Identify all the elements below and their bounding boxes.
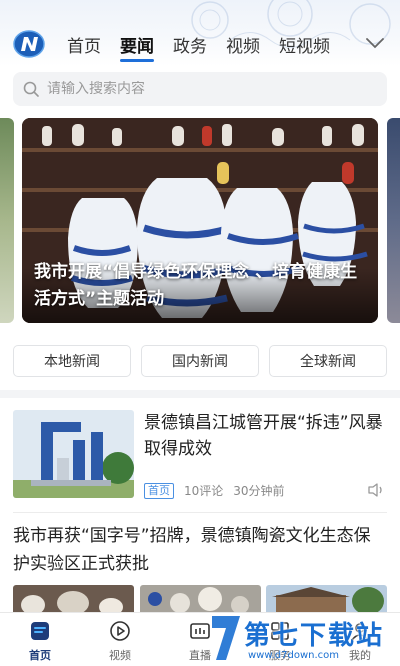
news-category-buttons: 本地新闻 国内新闻 全球新闻: [13, 345, 387, 377]
publish-time: 30分钟前: [233, 484, 285, 498]
carousel-next-slide[interactable]: [387, 118, 400, 323]
chevron-down-icon[interactable]: [364, 36, 386, 50]
news-item[interactable]: 景德镇昌江城管开展“拆违”风暴取得成效 首页 10评论 30分钟前: [13, 410, 387, 505]
search-icon: [23, 81, 39, 97]
news-meta: 首页 10评论 30分钟前: [144, 482, 285, 499]
bottom-nav-label: 首页: [29, 649, 51, 662]
search-input[interactable]: [47, 81, 347, 97]
bottom-nav-video[interactable]: 视频: [80, 613, 160, 666]
play-icon: [110, 621, 130, 641]
section-separator: [0, 390, 400, 398]
news-thumbnail: [13, 585, 134, 615]
tab-home[interactable]: 首页: [67, 32, 101, 62]
speaker-icon[interactable]: [367, 482, 385, 498]
carousel-slide[interactable]: 我市开展“倡导绿色环保理念 、培育健康生活方式”主题活动: [22, 118, 378, 323]
local-news-button[interactable]: 本地新闻: [13, 345, 131, 377]
bottom-nav-home[interactable]: 首页: [0, 613, 80, 666]
domestic-news-button[interactable]: 国内新闻: [141, 345, 259, 377]
tab-video[interactable]: 视频: [226, 32, 260, 62]
watermark-text: 第七下载站: [244, 621, 385, 651]
app-logo-icon[interactable]: [13, 30, 45, 58]
tab-headlines[interactable]: 要闻: [120, 32, 154, 62]
headline-carousel[interactable]: 我市开展“倡导绿色环保理念 、培育健康生活方式”主题活动: [0, 118, 400, 323]
home-icon: [31, 622, 49, 640]
carousel-prev-slide[interactable]: [0, 118, 14, 323]
watermark-url: www.d7down.com: [248, 650, 340, 661]
global-news-button[interactable]: 全球新闻: [269, 345, 387, 377]
carousel-caption[interactable]: 我市开展“倡导绿色环保理念 、培育健康生活方式”主题活动: [34, 259, 362, 313]
tab-government[interactable]: 政务: [173, 32, 207, 62]
bottom-nav-label: 视频: [109, 649, 131, 662]
search-bar[interactable]: [13, 72, 387, 106]
news-item[interactable]: 我市再获“国字号”招牌，景德镇陶瓷文化生态保护实验区正式获批: [13, 522, 387, 578]
divider: [13, 512, 387, 513]
news-title[interactable]: 我市再获“国字号”招牌，景德镇陶瓷文化生态保护实验区正式获批: [13, 522, 387, 578]
channel-badge: 首页: [144, 482, 174, 499]
top-header: 首页 要闻 政务 视频 短视频: [0, 0, 400, 66]
channel-tabs: 首页 要闻 政务 视频 短视频: [67, 32, 349, 62]
tab-short-video[interactable]: 短视频: [279, 32, 330, 62]
news-thumbnail: [13, 410, 134, 498]
comment-count[interactable]: 10评论: [184, 482, 223, 499]
news-title[interactable]: 景德镇昌江城管开展“拆违”风暴取得成效: [144, 410, 384, 462]
